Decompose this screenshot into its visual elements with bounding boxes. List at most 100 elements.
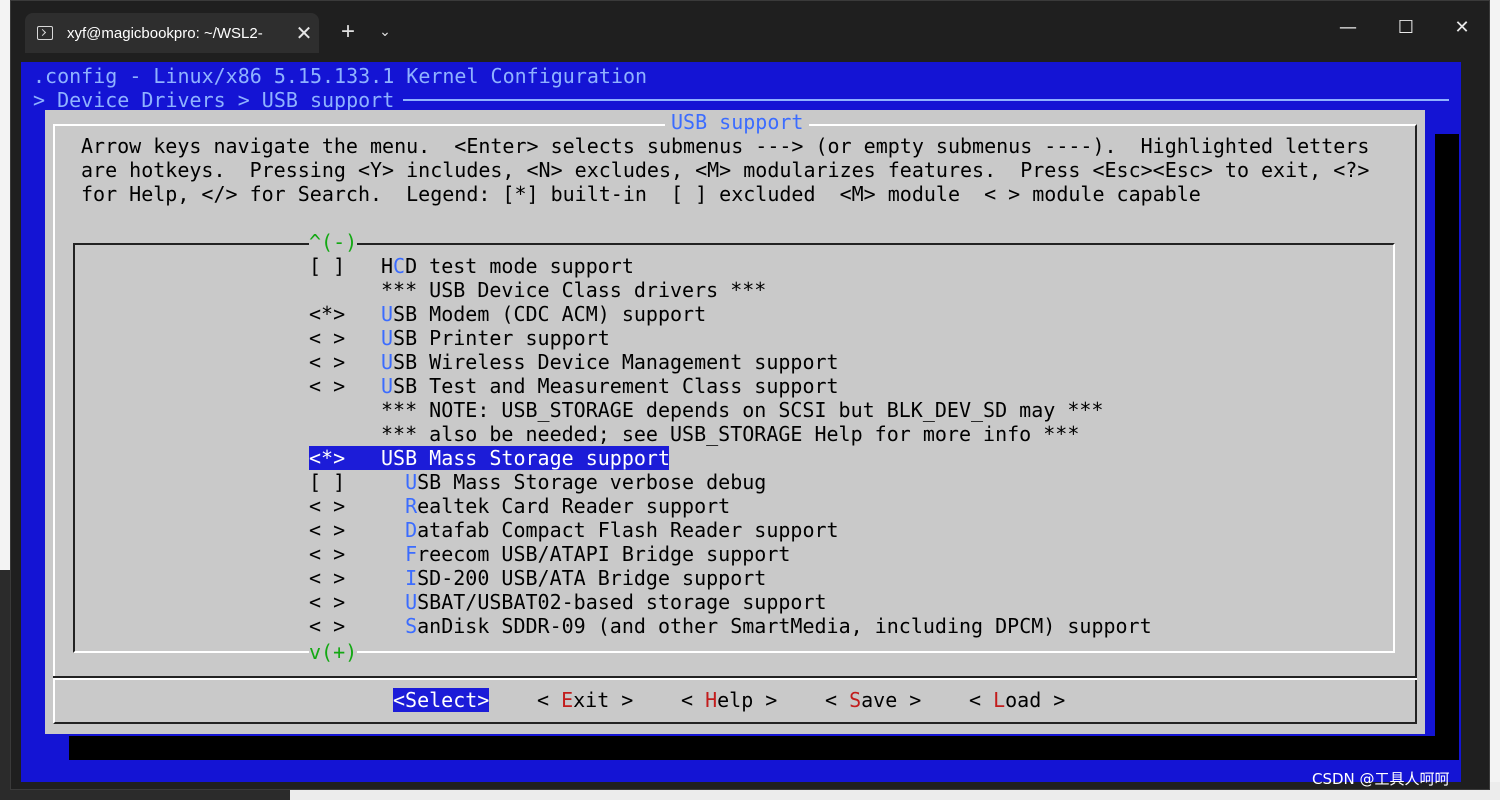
menu-item-hotkey: U — [381, 374, 394, 398]
scroll-up-indicator: ^(-) — [309, 230, 358, 254]
menu-item-marker: < > — [309, 542, 346, 566]
breadcrumb-divider — [403, 99, 1449, 101]
menu-item-marker: <*> — [309, 302, 346, 326]
menu-item-marker: < > — [309, 350, 346, 374]
load-hotkey: L — [993, 688, 1006, 712]
menu-item-label: USBAT/USBAT02-based storage support — [381, 590, 827, 614]
config-header: .config - Linux/x86 5.15.133.1 Kernel Co… — [33, 64, 648, 88]
menu-item-text: *** NOTE: USB_STORAGE depends on SCSI bu… — [381, 398, 1104, 422]
button-separator-highlight — [53, 678, 1417, 680]
menu-item-text: SBAT/USBAT02-based storage support — [417, 590, 827, 614]
menu-item-label: USB Wireless Device Management support — [381, 350, 839, 374]
menu-item-text: *** also be needed; see USB_STORAGE Help… — [381, 422, 1080, 446]
menu-item-indent — [381, 470, 405, 494]
save-hotkey: S — [849, 688, 862, 712]
menu-item-hotkey: S — [405, 614, 418, 638]
scroll-down-indicator: v(+) — [309, 640, 358, 664]
help-button-pre: < — [681, 688, 706, 712]
load-button-rest: oad > — [1005, 688, 1066, 712]
menu-item-text: *** USB Device Class drivers *** — [381, 278, 767, 302]
menu-item-indent — [381, 566, 405, 590]
menu-item-label: HCD test mode support — [381, 254, 634, 278]
minimize-button[interactable]: — — [1325, 11, 1371, 45]
menu-item-indent — [381, 542, 405, 566]
menu-item-hotkey: C — [393, 254, 406, 278]
terminal-icon — [37, 26, 53, 40]
menu-item-text: SB Test and Measurement Class support — [393, 374, 839, 398]
menu-item-text: SD-200 USB/ATA Bridge support — [417, 566, 767, 590]
title-bar: xyf@magicbookpro: ~/WSL2- ✕ + ⌄ — ☐ ✕ — [11, 1, 1489, 61]
menu-item-hotkey: I — [405, 566, 418, 590]
csdn-watermark: CSDN @工具人呵呵 — [1312, 770, 1450, 788]
menu-item-text: atafab Compact Flash Reader support — [417, 518, 839, 542]
menu-item-hotkey: U — [405, 470, 418, 494]
menu-item-label: SanDisk SDDR-09 (and other SmartMedia, i… — [381, 614, 1152, 638]
exit-button-rest: xit > — [573, 688, 634, 712]
menu-item-label: USB Printer support — [381, 326, 610, 350]
menu-item-prefix: H — [381, 254, 394, 278]
menu-item-label: *** also be needed; see USB_STORAGE Help… — [381, 422, 1079, 446]
breadcrumb: > Device Drivers > USB support — [33, 88, 395, 112]
menu-item-marker: [ ] — [309, 254, 346, 278]
tab-title: xyf@magicbookpro: ~/WSL2- — [67, 24, 263, 42]
menu-item-label: USB Mass Storage verbose debug — [381, 470, 766, 494]
exit-hotkey: E — [561, 688, 574, 712]
menu-item-hotkey: F — [405, 542, 418, 566]
help-text: Arrow keys navigate the menu. <Enter> se… — [81, 134, 1370, 206]
menu-item-hotkey: R — [405, 494, 418, 518]
menu-item-hotkey: U — [381, 326, 394, 350]
menu-item-marker: [ ] — [309, 470, 346, 494]
menu-item-text: USB Mass Storage support — [381, 446, 670, 470]
tab-dropdown-chevron-icon[interactable]: ⌄ — [373, 17, 397, 47]
menu-item-label: Realtek Card Reader support — [381, 494, 730, 518]
menu-item-hotkey: U — [405, 590, 418, 614]
select-button[interactable]: <Select> — [393, 688, 490, 712]
menu-item-label: ISD-200 USB/ATA Bridge support — [381, 566, 766, 590]
menu-item-text: SB Printer support — [393, 326, 610, 350]
menu-item-label: *** NOTE: USB_STORAGE depends on SCSI bu… — [381, 398, 1103, 422]
close-window-button[interactable]: ✕ — [1439, 11, 1485, 45]
dialog-shadow-right — [1435, 134, 1459, 760]
menu-item-indent — [381, 494, 405, 518]
menu-item-label: Freecom USB/ATAPI Bridge support — [381, 542, 790, 566]
terminal-tab[interactable]: xyf@magicbookpro: ~/WSL2- ✕ — [25, 13, 319, 53]
menu-item-marker: < > — [309, 374, 346, 398]
menu-item-marker: <*> — [309, 446, 346, 470]
menu-item-indent — [381, 590, 405, 614]
menu-item-marker: < > — [309, 326, 346, 350]
save-button-rest: ave > — [861, 688, 922, 712]
help-button[interactable]: < Help > — [681, 688, 777, 712]
exit-button[interactable]: < Exit > — [537, 688, 633, 712]
menu-item-indent — [381, 614, 405, 638]
menuconfig-dialog: USB support Arrow keys navigate the menu… — [45, 110, 1425, 734]
load-button[interactable]: < Load > — [969, 688, 1065, 712]
maximize-button[interactable]: ☐ — [1383, 11, 1429, 45]
tab-close-icon[interactable]: ✕ — [289, 21, 319, 46]
terminal-window: xyf@magicbookpro: ~/WSL2- ✕ + ⌄ — ☐ ✕ .c… — [10, 0, 1490, 790]
menu-item-text: D test mode support — [405, 254, 634, 278]
menu-item-text: ealtek Card Reader support — [417, 494, 731, 518]
exit-button-pre: < — [537, 688, 562, 712]
dialog-shadow-bottom — [69, 736, 1459, 760]
menu-item-marker: < > — [309, 494, 346, 518]
menu-item-label: Datafab Compact Flash Reader support — [381, 518, 839, 542]
save-button-pre: < — [825, 688, 850, 712]
menu-item-indent — [381, 518, 405, 542]
menu-item-text: reecom USB/ATAPI Bridge support — [417, 542, 791, 566]
terminal-content[interactable]: .config - Linux/x86 5.15.133.1 Kernel Co… — [21, 62, 1461, 782]
menu-item-hotkey: U — [381, 350, 394, 374]
menu-item-marker: < > — [309, 518, 346, 542]
menu-item-marker: < > — [309, 566, 346, 590]
help-hotkey: H — [705, 688, 718, 712]
dialog-title: USB support — [665, 110, 810, 134]
menu-item-text: SB Wireless Device Management support — [393, 350, 839, 374]
save-button[interactable]: < Save > — [825, 688, 921, 712]
menu-item-text: anDisk SDDR-09 (and other SmartMedia, in… — [417, 614, 1152, 638]
menu-item-selected[interactable]: <*> USB Mass Storage support — [309, 446, 670, 470]
menu-item-marker: < > — [309, 590, 346, 614]
menu-item-label: USB Mass Storage support — [381, 446, 670, 470]
new-tab-button[interactable]: + — [333, 17, 363, 47]
help-button-rest: elp > — [717, 688, 778, 712]
menu-item-hotkey: U — [381, 302, 394, 326]
menu-item-hotkey: D — [405, 518, 418, 542]
